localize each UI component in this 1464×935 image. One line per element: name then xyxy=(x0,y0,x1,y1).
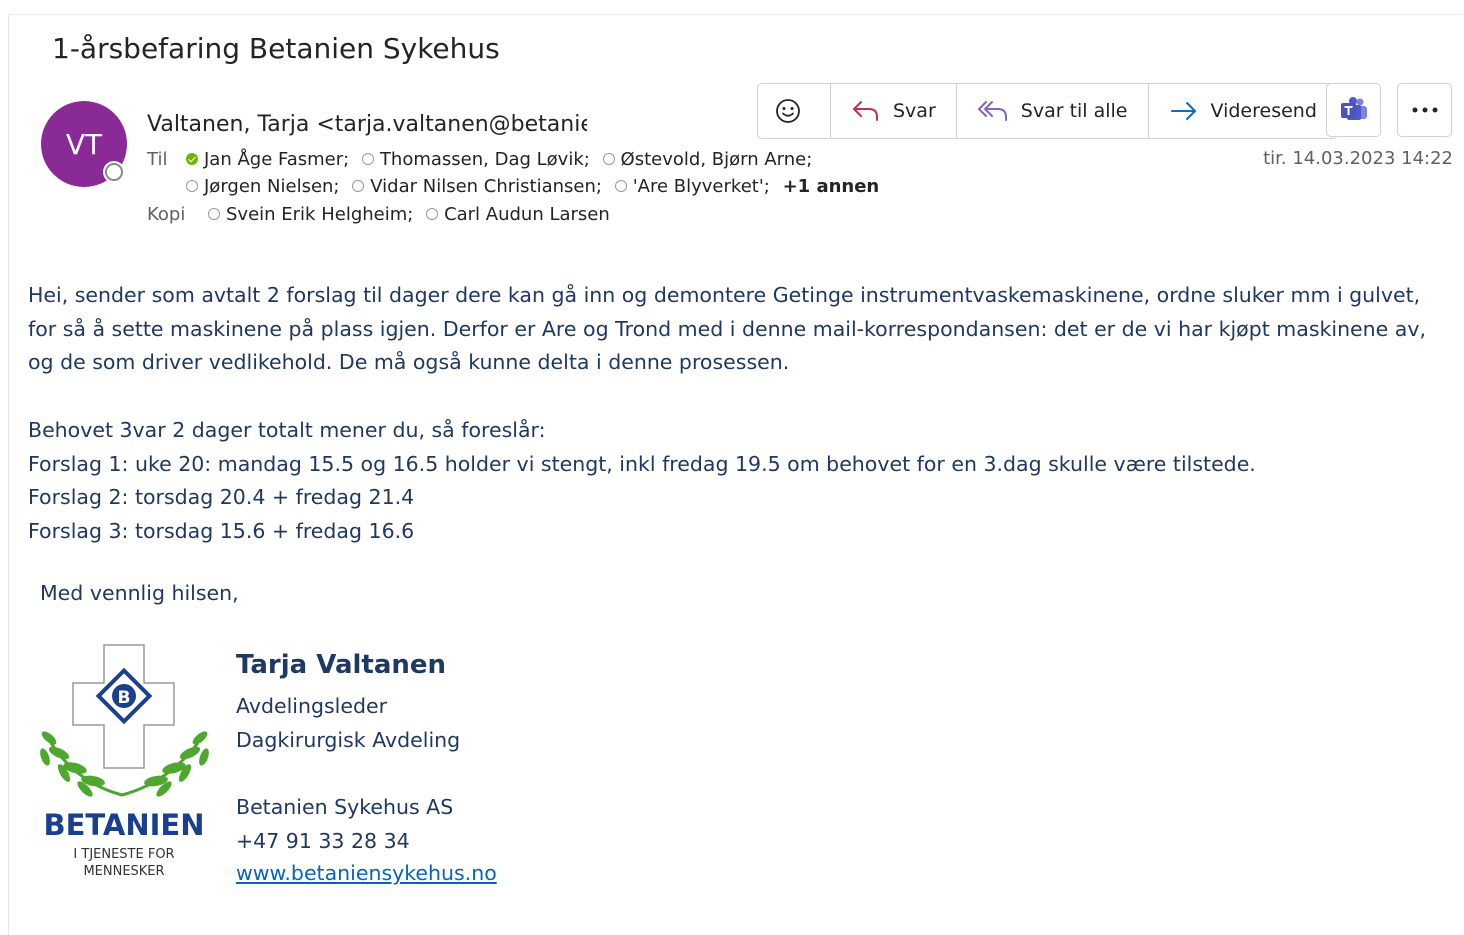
logo-tagline-1: I TJENESTE FOR xyxy=(73,847,174,862)
more-actions-button[interactable] xyxy=(1397,83,1452,137)
recipient[interactable]: Vidar Nilsen Christiansen; xyxy=(352,176,609,197)
forward-icon xyxy=(1170,102,1196,120)
signature-name: Tarja Valtanen xyxy=(236,650,447,680)
teams-icon xyxy=(1340,97,1367,120)
signature-title: Avdelingsleder xyxy=(236,694,388,718)
proposal-2: Forslag 2: torsdag 20.4 + fredag 21.4 xyxy=(28,485,415,510)
reply-icon xyxy=(853,101,878,121)
to-recipients-line-1: Jan Åge Fasmer; Thomassen, Dag Løvik; Øs… xyxy=(186,149,812,170)
recipient[interactable]: Jørgen Nielsen; xyxy=(186,176,347,197)
reply-label: Svar xyxy=(893,100,936,122)
offline-status-icon xyxy=(614,180,627,192)
signature-website-line: www.betaniensykehus.no xyxy=(236,861,497,885)
offline-status-icon xyxy=(352,180,365,192)
logo-wordmark: BETANIEN xyxy=(43,808,204,842)
recipient[interactable]: Svein Erik Helgheim; xyxy=(208,204,420,225)
proposal-1: Forslag 1: uke 20: mandag 15.5 og 16.5 h… xyxy=(28,451,1256,476)
email-body: Hei, sender som avtalt 2 forslag til dag… xyxy=(28,279,1438,549)
avatar-initials: VT xyxy=(65,127,103,161)
offline-status-icon xyxy=(208,208,220,220)
reply-button[interactable]: Svar xyxy=(830,84,956,138)
offline-status-icon xyxy=(186,180,198,192)
betanien-logo: B BETANIEN I TJENESTE FOR MENNESKER xyxy=(40,644,209,879)
logo-tagline-2: MENNESKER xyxy=(83,864,164,879)
reply-all-button[interactable]: Svar til alle xyxy=(955,84,1148,138)
presence-status-icon xyxy=(105,163,123,181)
teams-button[interactable] xyxy=(1326,83,1381,137)
recipient[interactable]: Carl Audun Larsen xyxy=(426,204,610,225)
email-subject: 1-årsbefaring Betanien Sykehus xyxy=(52,32,500,65)
recipient[interactable]: 'Are Blyverket'; xyxy=(614,176,777,197)
sent-datetime: tir. 14.03.2023 14:22 xyxy=(1263,148,1453,169)
proposal-3: Forslag 3: torsdag 15.6 + fredag 16.6 xyxy=(28,518,415,543)
website-link[interactable]: www.betaniensykehus.no xyxy=(236,861,497,885)
body-paragraph: Hei, sender som avtalt 2 forslag til dag… xyxy=(28,283,1427,375)
recipient[interactable]: Østevold, Bjørn Arne; xyxy=(602,149,812,170)
logo-letter: B xyxy=(118,688,131,708)
more-icon xyxy=(1412,107,1437,113)
more-recipients-link[interactable]: +1 annen xyxy=(783,176,880,197)
reaction-button[interactable] xyxy=(758,84,830,138)
recipient[interactable]: Jan Åge Fasmer; xyxy=(186,149,356,170)
forward-label: Videresend xyxy=(1210,100,1317,122)
reply-all-icon xyxy=(977,101,1007,121)
signature-department: Dagkirurgisk Avdeling xyxy=(236,728,461,752)
emoji-icon xyxy=(776,99,800,123)
available-status-icon xyxy=(186,153,198,165)
recipient[interactable]: Thomassen, Dag Løvik; xyxy=(361,149,597,170)
cc-label: Kopi xyxy=(147,204,186,225)
to-recipients-line-2: Jørgen Nielsen; Vidar Nilsen Christianse… xyxy=(186,176,879,197)
to-label: Til xyxy=(147,149,168,170)
reply-all-label: Svar til alle xyxy=(1020,100,1128,122)
signature-company: Betanien Sykehus AS xyxy=(236,795,454,819)
offline-status-icon xyxy=(602,153,615,165)
body-line: Behovet 3var 2 dager totalt mener du, så… xyxy=(28,417,546,442)
sender-name[interactable]: Valtanen, Tarja <tarja.valtanen@betanien… xyxy=(147,112,587,137)
offline-status-icon xyxy=(426,208,439,220)
signature-phone: +47 91 33 28 34 xyxy=(236,829,410,853)
offline-status-icon xyxy=(361,153,374,165)
cc-recipients-line: Svein Erik Helgheim; Carl Audun Larsen xyxy=(208,204,610,225)
action-bar: Svar Svar til alle Videresend xyxy=(757,83,1338,139)
greeting: Med vennlig hilsen, xyxy=(40,581,239,605)
forward-button[interactable]: Videresend xyxy=(1147,84,1337,138)
